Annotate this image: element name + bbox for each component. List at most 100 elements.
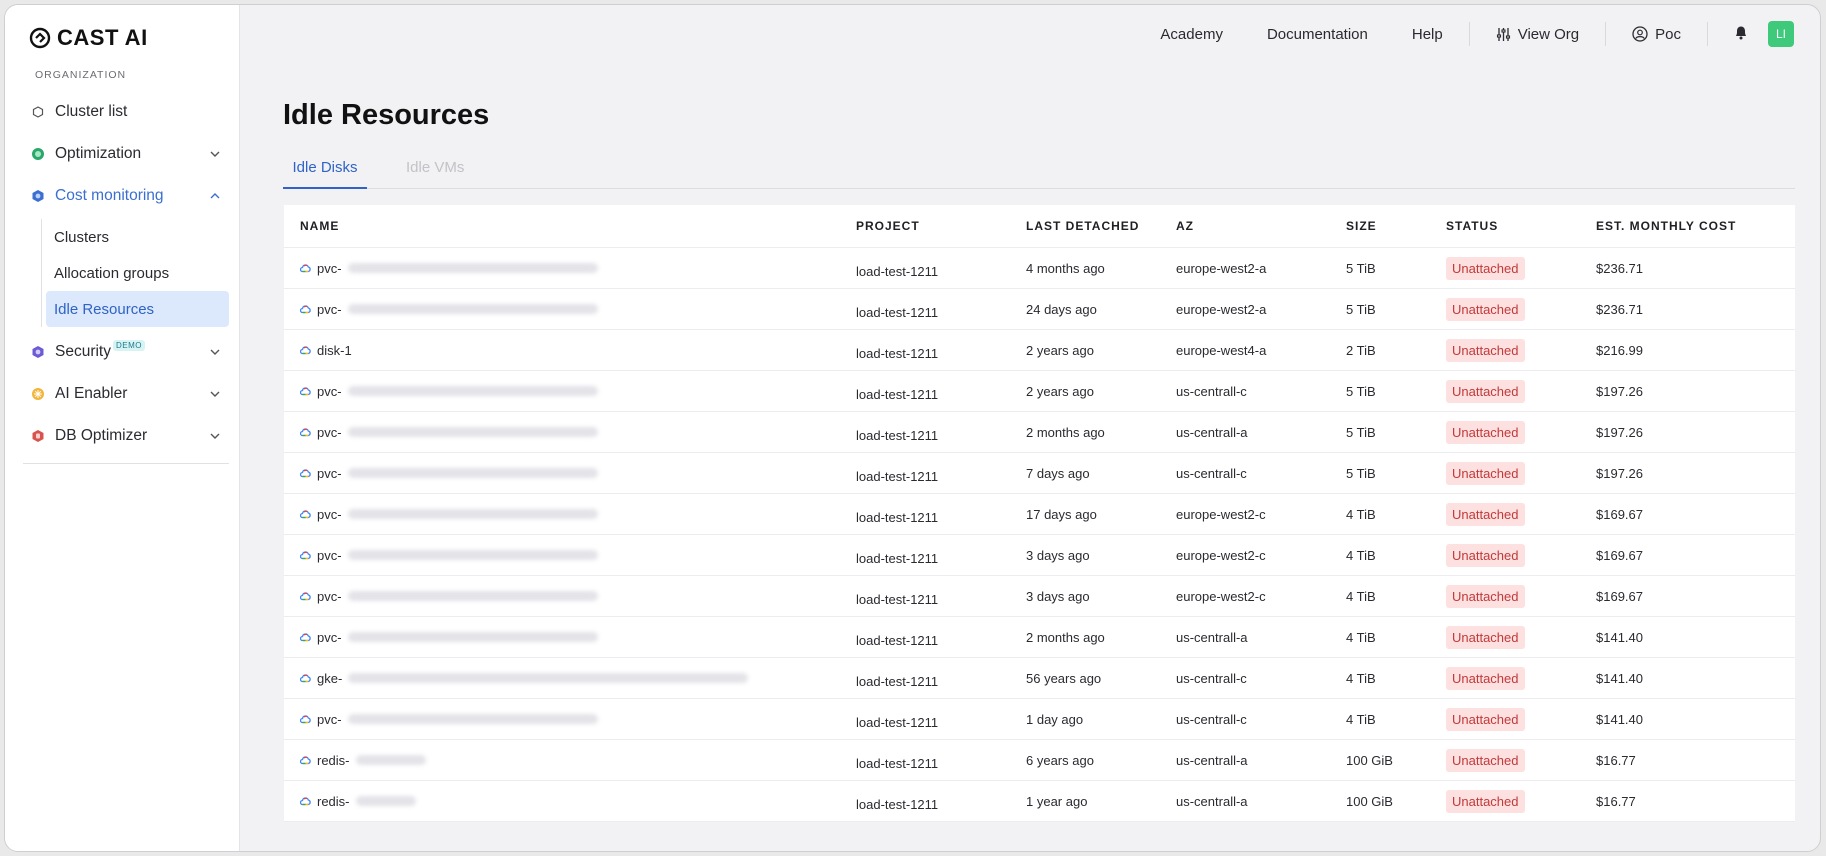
cell-last-detached: 4 months ago [1026, 260, 1105, 276]
cell-az: europe-west2-a [1176, 301, 1267, 317]
redacted-name [347, 509, 598, 519]
sidebar-item-label: AI Enabler [55, 385, 128, 402]
column-header-az[interactable]: AZ [1176, 219, 1346, 233]
disk-name[interactable]: pvc- [317, 712, 342, 727]
cell-status: Unattached [1446, 420, 1596, 444]
table-row[interactable]: pvc- load-test-1211 17 days ago europe-w… [284, 494, 1795, 535]
table-row[interactable]: pvc- load-test-1211 3 days ago europe-we… [284, 535, 1795, 576]
table-row[interactable]: pvc- load-test-1211 4 months ago europe-… [284, 248, 1795, 289]
cell-name: gke- [284, 671, 856, 686]
redacted-name [347, 550, 598, 560]
sidebar-item-db-optimizer[interactable]: DB Optimizer [23, 415, 229, 457]
disk-name[interactable]: pvc- [317, 425, 342, 440]
chevron-down-icon[interactable] [209, 147, 221, 165]
disk-name[interactable]: pvc- [317, 261, 342, 276]
sidebar-item-label: Optimization [55, 145, 142, 162]
table-row[interactable]: disk-1 load-test-1211 2 years ago europe… [284, 330, 1795, 371]
disk-name[interactable]: pvc- [317, 589, 342, 604]
table-row[interactable]: redis- load-test-1211 1 year ago us-cent… [284, 781, 1795, 822]
sidebar-item-security[interactable]: Security DEMO [23, 331, 229, 373]
cell-est-monthly-cost: $197.26 [1596, 465, 1643, 481]
table-header: NAME PROJECT LAST DETACHED AZ SIZE STATU… [284, 205, 1795, 248]
disk-name[interactable]: gke- [317, 671, 342, 686]
avatar[interactable]: LI [1768, 21, 1794, 47]
org-switcher-button[interactable]: Poc [1632, 26, 1681, 43]
cell-est-monthly-cost: $197.26 [1596, 424, 1643, 440]
table-row[interactable]: pvc- load-test-1211 2 months ago us-cent… [284, 412, 1795, 453]
cell-est-monthly-cost: $141.40 [1596, 629, 1643, 645]
idle-disks-table: NAME PROJECT LAST DETACHED AZ SIZE STATU… [284, 205, 1795, 822]
app-window: CAST AI ORGANIZATION Cluster list Optimi… [4, 4, 1821, 852]
documentation-link[interactable]: Documentation [1267, 26, 1368, 43]
chevron-up-icon[interactable] [209, 189, 221, 207]
disk-name[interactable]: pvc- [317, 302, 342, 317]
column-header-project[interactable]: PROJECT [856, 219, 1026, 233]
cell-status: Unattached [1446, 379, 1596, 403]
tab-idle-disks[interactable]: Idle Disks [283, 159, 367, 189]
bell-icon[interactable] [1734, 25, 1748, 44]
cell-az: us-centrall-a [1176, 424, 1248, 440]
page-title: Idle Resources [283, 99, 490, 131]
cell-last-detached: 6 years ago [1026, 752, 1094, 768]
column-header-last-detached[interactable]: LAST DETACHED [1026, 219, 1176, 233]
disk-name[interactable]: pvc- [317, 507, 342, 522]
cell-name: pvc- [284, 548, 856, 563]
sidebar-subitem-allocation-groups[interactable]: Allocation groups [46, 255, 229, 291]
cell-size: 2 TiB [1346, 342, 1376, 358]
disk-name[interactable]: redis- [317, 794, 350, 809]
table-row[interactable]: gke- load-test-1211 56 years ago us-cent… [284, 658, 1795, 699]
cell-est-monthly-cost: $141.40 [1596, 670, 1643, 686]
help-link[interactable]: Help [1412, 26, 1443, 43]
column-header-status[interactable]: STATUS [1446, 219, 1596, 233]
sidebar-item-cost-monitoring[interactable]: Cost monitoring [23, 175, 229, 217]
disk-name[interactable]: redis- [317, 753, 350, 768]
column-header-size[interactable]: SIZE [1346, 219, 1446, 233]
cell-size: 4 TiB [1346, 506, 1376, 522]
academy-link[interactable]: Academy [1160, 26, 1223, 43]
redacted-name [347, 714, 598, 724]
table-row[interactable]: redis- load-test-1211 6 years ago us-cen… [284, 740, 1795, 781]
gcp-cloud-icon [300, 592, 311, 601]
disk-name[interactable]: pvc- [317, 630, 342, 645]
cell-az: us-centrall-c [1176, 383, 1247, 399]
sidebar-item-ai-enabler[interactable]: AI Enabler [23, 373, 229, 415]
sidebar-item-cluster-list[interactable]: Cluster list [23, 91, 229, 133]
cell-az: us-centrall-a [1176, 793, 1248, 809]
cell-name: pvc- [284, 712, 856, 727]
column-header-name[interactable]: NAME [284, 219, 856, 233]
cell-size: 100 GiB [1346, 752, 1393, 768]
sidebar-subitem-idle-resources[interactable]: Idle Resources [46, 291, 229, 327]
cell-status: Unattached [1446, 584, 1596, 608]
cell-project: load-test-1211 [856, 304, 939, 320]
disk-name[interactable]: pvc- [317, 548, 342, 563]
table-row[interactable]: pvc- load-test-1211 7 days ago us-centra… [284, 453, 1795, 494]
cell-az: europe-west2-c [1176, 547, 1266, 563]
redacted-name [347, 386, 598, 396]
tab-idle-vms[interactable]: Idle VMs [406, 159, 464, 189]
cell-az: us-centrall-c [1176, 711, 1247, 727]
chevron-down-icon[interactable] [209, 345, 221, 363]
cell-size: 4 TiB [1346, 711, 1376, 727]
disk-name[interactable]: pvc- [317, 466, 342, 481]
cast-ai-logo[interactable]: CAST AI [29, 25, 148, 51]
table-row[interactable]: pvc- load-test-1211 3 days ago europe-we… [284, 576, 1795, 617]
chevron-down-icon[interactable] [209, 387, 221, 405]
cell-name: redis- [284, 794, 856, 809]
sidebar-item-optimization[interactable]: Optimization [23, 133, 229, 175]
gcp-cloud-icon [300, 305, 311, 314]
ai-enabler-icon [31, 387, 45, 401]
cell-status: Unattached [1446, 789, 1596, 813]
cell-est-monthly-cost: $216.99 [1596, 342, 1643, 358]
table-row[interactable]: pvc- load-test-1211 2 months ago us-cent… [284, 617, 1795, 658]
view-org-button[interactable]: View Org [1496, 26, 1579, 43]
cell-project: load-test-1211 [856, 632, 939, 648]
sidebar-subitem-clusters[interactable]: Clusters [46, 219, 229, 255]
table-row[interactable]: pvc- load-test-1211 24 days ago europe-w… [284, 289, 1795, 330]
table-row[interactable]: pvc- load-test-1211 2 years ago us-centr… [284, 371, 1795, 412]
chevron-down-icon[interactable] [209, 429, 221, 447]
disk-name[interactable]: disk-1 [317, 343, 352, 358]
redacted-name [347, 632, 598, 642]
table-row[interactable]: pvc- load-test-1211 1 day ago us-central… [284, 699, 1795, 740]
disk-name[interactable]: pvc- [317, 384, 342, 399]
column-header-est-monthly-cost[interactable]: EST. MONTHLY COST [1596, 219, 1795, 233]
